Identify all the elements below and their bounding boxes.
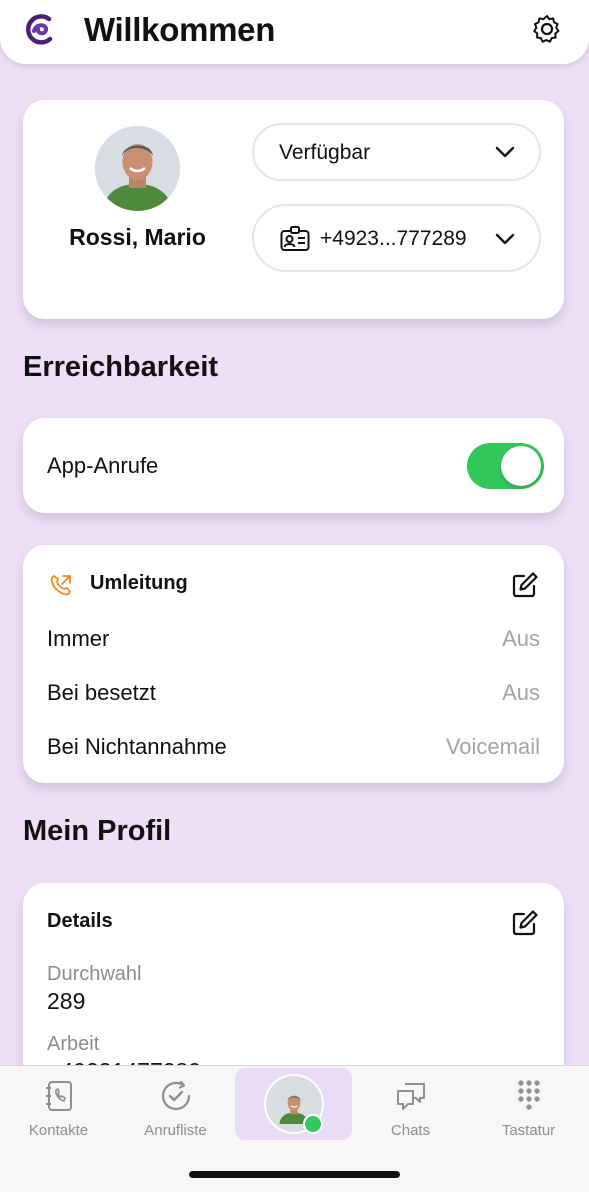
call-forward-icon [50, 575, 71, 596]
tab-label: Chats [390, 1122, 431, 1139]
avatar[interactable] [95, 126, 180, 211]
status-value: Verfügbar [279, 141, 371, 164]
home-indicator [189, 1171, 400, 1178]
edit-icon[interactable] [511, 909, 539, 937]
keypad-icon [517, 1080, 540, 1110]
page-title: Willkommen [84, 11, 276, 48]
section-title-reachability: Erreichbarkeit [23, 351, 219, 383]
id-card-icon [280, 226, 310, 251]
divert-row-label: Bei besetzt [47, 680, 156, 705]
divert-row-value: Aus [502, 626, 540, 651]
contacts-book-icon [45, 1081, 72, 1111]
tab-contacts[interactable]: Kontakte [0, 1066, 117, 1146]
phone-number-value: +4923...777289 [320, 227, 467, 250]
tab-chats[interactable]: Chats [352, 1066, 469, 1146]
divert-title: Umleitung [90, 572, 188, 594]
call-history-icon [161, 1080, 190, 1111]
field-label: Arbeit [47, 1033, 100, 1055]
divert-row-label: Bei Nichtannahme [47, 734, 227, 759]
tab-call-history[interactable]: Anrufliste [117, 1066, 234, 1146]
edit-icon[interactable] [511, 571, 539, 599]
app-calls-label: App-Anrufe [47, 453, 159, 478]
chat-bubbles-icon [396, 1083, 425, 1110]
divert-row-label: Immer [47, 626, 110, 651]
toggle-knob [501, 446, 541, 486]
presence-indicator [303, 1114, 323, 1134]
brand-logo-icon [25, 14, 53, 45]
tab-keypad[interactable]: Tastatur [470, 1066, 587, 1146]
tab-label: Kontakte [28, 1122, 89, 1139]
divert-row-value: Aus [502, 680, 540, 705]
phone-number-dropdown[interactable]: +4923...777289 [252, 204, 541, 272]
chevron-down-icon [495, 146, 515, 158]
field-value: 289 [47, 988, 86, 1014]
divert-row-value: Voicemail [445, 734, 540, 759]
tab-label: Tastatur [501, 1122, 556, 1139]
call-divert-card: Umleitung Immer Aus Bei besetzt Aus Bei … [23, 545, 564, 783]
section-title-my-profile: Mein Profil [23, 815, 172, 847]
chevron-down-icon [495, 233, 515, 245]
details-title: Details [47, 910, 113, 932]
user-name: Rossi, Mario [69, 224, 206, 250]
profile-card: Rossi, Mario Verfügbar +4923...777289 [23, 100, 564, 319]
tab-profile[interactable] [235, 1068, 352, 1140]
app-calls-toggle[interactable] [467, 443, 544, 489]
tab-label: Anrufliste [144, 1122, 207, 1139]
gear-icon[interactable] [531, 13, 563, 45]
status-dropdown[interactable]: Verfügbar [252, 123, 541, 181]
field-label: Durchwahl [47, 963, 142, 985]
app-calls-card: App-Anrufe [23, 418, 564, 513]
top-bar: Willkommen [0, 0, 589, 64]
user-photo [95, 126, 180, 211]
